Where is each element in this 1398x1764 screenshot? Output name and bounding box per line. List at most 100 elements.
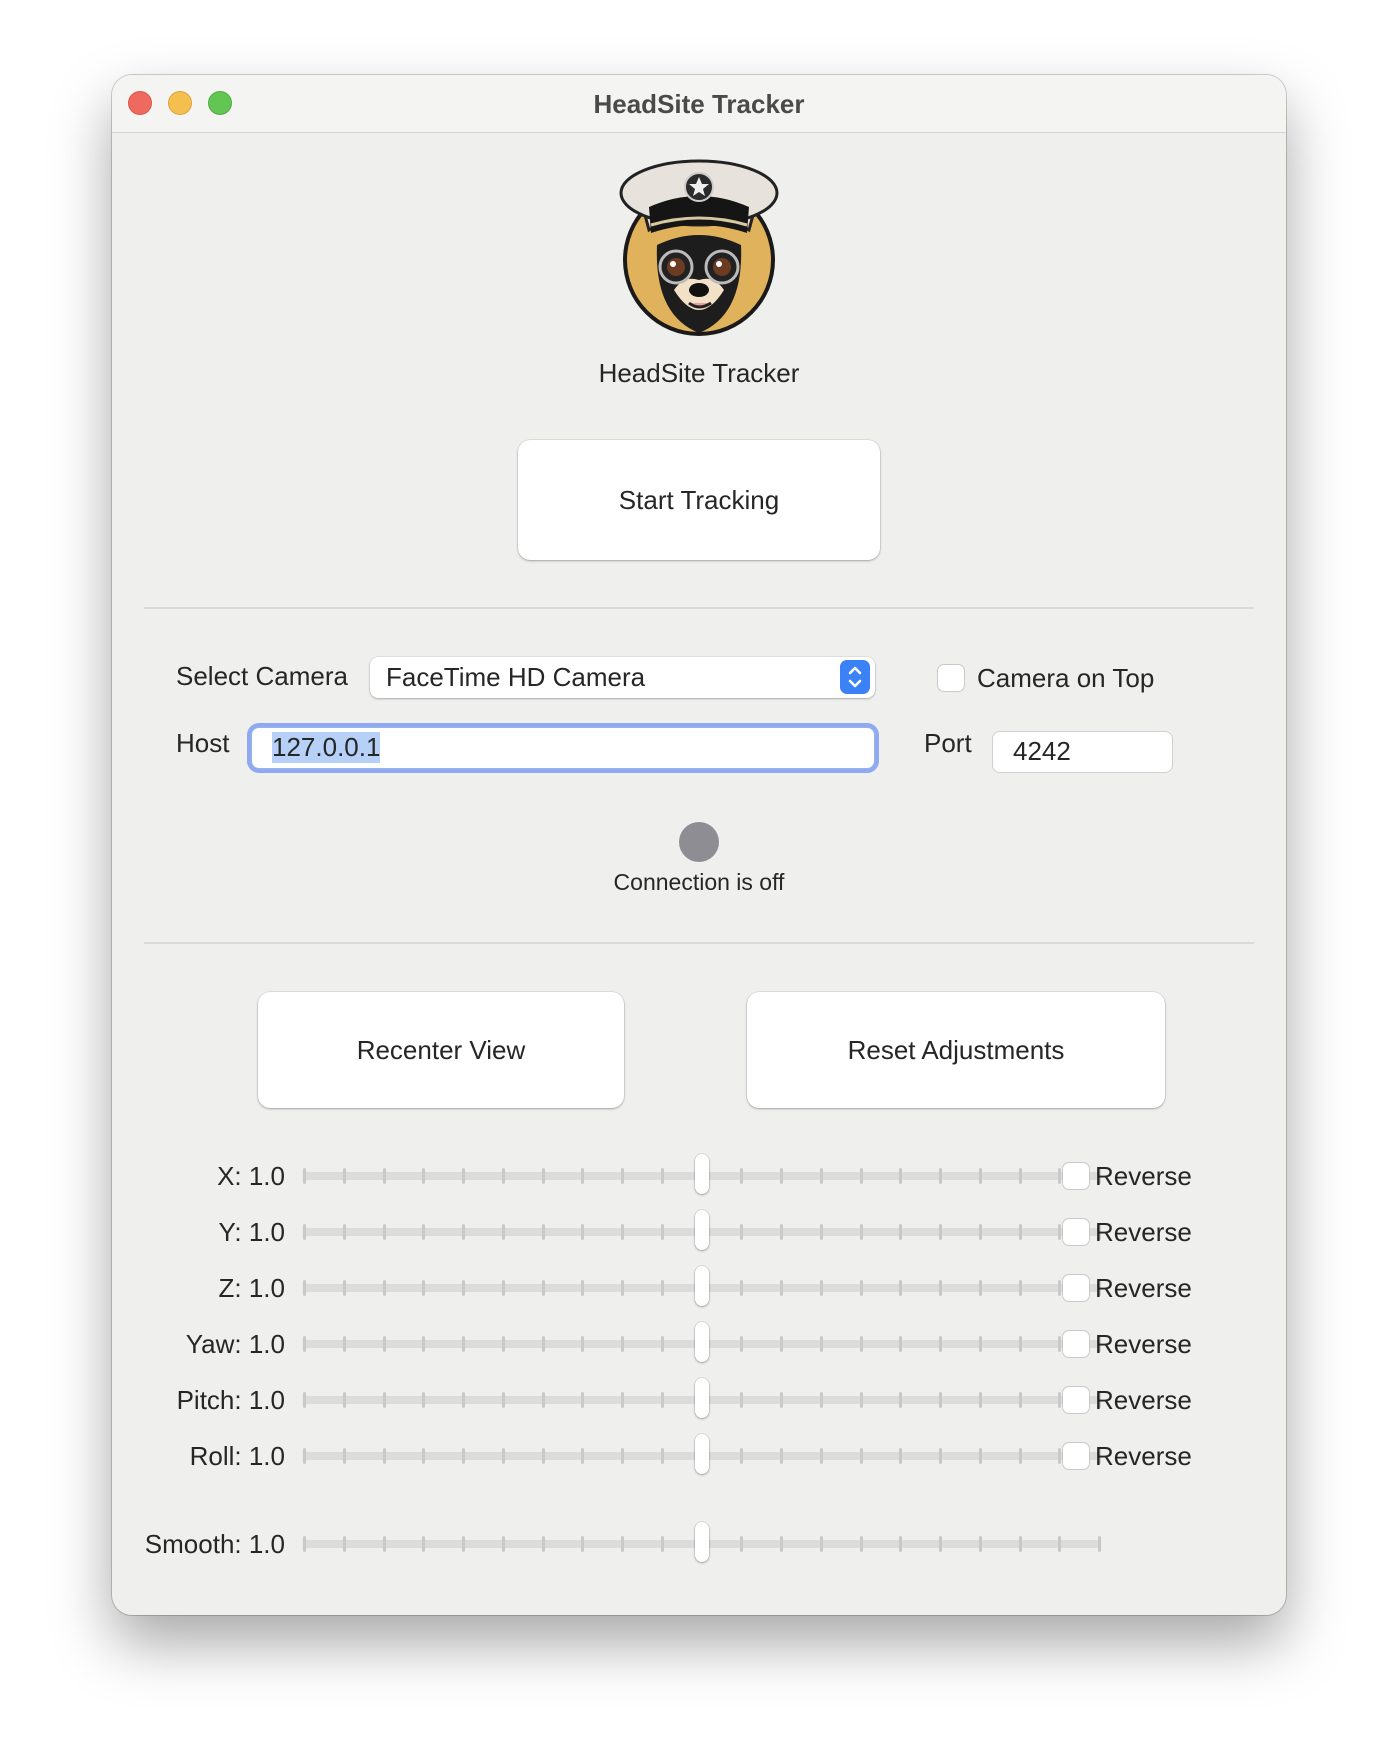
slider-tick bbox=[303, 1448, 306, 1464]
slider-tick bbox=[978, 1448, 982, 1464]
divider bbox=[144, 942, 1254, 944]
slider-tick bbox=[462, 1280, 465, 1296]
slider-tick bbox=[1058, 1392, 1062, 1408]
slider-thumb[interactable] bbox=[695, 1154, 709, 1194]
slider-tick bbox=[422, 1536, 426, 1552]
slider-tick bbox=[541, 1336, 545, 1352]
slider-tick bbox=[780, 1336, 783, 1352]
host-input-value: 127.0.0.1 bbox=[272, 732, 381, 763]
slider-tick bbox=[780, 1536, 783, 1552]
slider-thumb[interactable] bbox=[695, 1434, 709, 1474]
slider-tick bbox=[541, 1224, 545, 1240]
slider-tick bbox=[382, 1536, 386, 1552]
slider-tick bbox=[978, 1168, 982, 1184]
slider-tick bbox=[859, 1168, 863, 1184]
slider-tick bbox=[462, 1448, 465, 1464]
reverse-checkbox-x[interactable] bbox=[1063, 1163, 1089, 1189]
slider-tick bbox=[581, 1536, 585, 1552]
slider-tick bbox=[303, 1280, 306, 1296]
slider-tick bbox=[1058, 1168, 1062, 1184]
slider-tick bbox=[780, 1168, 783, 1184]
slider-tick bbox=[660, 1168, 664, 1184]
slider-tick bbox=[541, 1448, 545, 1464]
slider-track[interactable] bbox=[303, 1378, 1101, 1418]
slider-tick bbox=[342, 1168, 346, 1184]
slider-tick bbox=[303, 1224, 306, 1240]
slider-tick bbox=[899, 1168, 903, 1184]
slider-tick bbox=[780, 1448, 783, 1464]
slider-tick bbox=[978, 1392, 982, 1408]
slider-tick bbox=[1018, 1224, 1022, 1240]
slider-track[interactable] bbox=[303, 1154, 1101, 1194]
slider-tick bbox=[740, 1224, 744, 1240]
divider bbox=[144, 607, 1254, 609]
slider-thumb[interactable] bbox=[695, 1266, 709, 1306]
slider-tick bbox=[740, 1168, 744, 1184]
app-window: HeadSite Tracker HeadSite Tracker Start bbox=[112, 75, 1286, 1615]
slider-track[interactable] bbox=[303, 1522, 1101, 1562]
slider-thumb[interactable] bbox=[695, 1322, 709, 1362]
slider-tick bbox=[422, 1168, 426, 1184]
start-tracking-button[interactable]: Start Tracking bbox=[518, 440, 880, 560]
slider-track[interactable] bbox=[303, 1322, 1101, 1362]
slider-row-roll: Roll: 1.0 Reverse bbox=[112, 1434, 1286, 1476]
slider-thumb[interactable] bbox=[695, 1210, 709, 1250]
slider-tick bbox=[422, 1280, 426, 1296]
reverse-label-yaw: Reverse bbox=[1095, 1329, 1192, 1359]
slider-tick bbox=[1018, 1448, 1022, 1464]
slider-track[interactable] bbox=[303, 1266, 1101, 1306]
slider-tick bbox=[422, 1392, 426, 1408]
slider-tick bbox=[978, 1280, 982, 1296]
reverse-checkbox-y[interactable] bbox=[1063, 1219, 1089, 1245]
slider-label-x: X: 1.0 bbox=[217, 1161, 285, 1191]
slider-label-y: Y: 1.0 bbox=[218, 1217, 286, 1247]
reverse-label-pitch: Reverse bbox=[1095, 1385, 1192, 1415]
slider-tick bbox=[939, 1536, 942, 1552]
reverse-checkbox-roll[interactable] bbox=[1063, 1443, 1089, 1469]
slider-tick bbox=[819, 1536, 823, 1552]
slider-tick bbox=[501, 1392, 505, 1408]
camera-on-top-checkbox[interactable] bbox=[938, 665, 964, 691]
slider-tick bbox=[462, 1536, 465, 1552]
slider-tick bbox=[621, 1168, 624, 1184]
slider-tick bbox=[382, 1392, 386, 1408]
slider-row-smooth: Smooth: 1.0 bbox=[112, 1522, 1286, 1564]
slider-tick bbox=[303, 1392, 306, 1408]
chevron-up-down-icon bbox=[840, 660, 870, 694]
slider-tick bbox=[501, 1336, 505, 1352]
slider-tick bbox=[780, 1224, 783, 1240]
recenter-view-button[interactable]: Recenter View bbox=[258, 992, 624, 1108]
slider-track[interactable] bbox=[303, 1210, 1101, 1250]
slider-tick bbox=[621, 1224, 624, 1240]
reverse-checkbox-pitch[interactable] bbox=[1063, 1387, 1089, 1413]
slider-thumb[interactable] bbox=[695, 1378, 709, 1418]
slider-tick bbox=[819, 1336, 823, 1352]
slider-tick bbox=[621, 1392, 624, 1408]
connection-status-text: Connection is off bbox=[613, 869, 785, 895]
port-input[interactable]: 4242 bbox=[993, 732, 1172, 772]
slider-row-z: Z: 1.0 Reverse bbox=[112, 1266, 1286, 1308]
slider-tick bbox=[740, 1448, 744, 1464]
slider-tick bbox=[780, 1280, 783, 1296]
host-input[interactable]: 127.0.0.1 bbox=[252, 728, 874, 768]
slider-tick bbox=[780, 1392, 783, 1408]
slider-row-yaw: Yaw: 1.0 Reverse bbox=[112, 1322, 1286, 1364]
slider-tick bbox=[342, 1224, 346, 1240]
reverse-checkbox-yaw[interactable] bbox=[1063, 1331, 1089, 1357]
slider-tick bbox=[740, 1336, 744, 1352]
slider-tick bbox=[541, 1168, 545, 1184]
chihuahua-pilot-logo-icon bbox=[619, 155, 779, 340]
slider-label-smooth: Smooth: 1.0 bbox=[144, 1529, 285, 1559]
slider-tick bbox=[581, 1168, 585, 1184]
slider-tick bbox=[660, 1536, 664, 1552]
reset-adjustments-button[interactable]: Reset Adjustments bbox=[747, 992, 1165, 1108]
reverse-checkbox-z[interactable] bbox=[1063, 1275, 1089, 1301]
slider-tick bbox=[859, 1280, 863, 1296]
slider-tick bbox=[462, 1336, 465, 1352]
slider-tick bbox=[859, 1224, 863, 1240]
slider-thumb[interactable] bbox=[695, 1522, 709, 1562]
slider-tick bbox=[939, 1280, 942, 1296]
slider-tick bbox=[621, 1448, 624, 1464]
slider-track[interactable] bbox=[303, 1434, 1101, 1474]
camera-select[interactable]: FaceTime HD Camera bbox=[370, 657, 875, 698]
